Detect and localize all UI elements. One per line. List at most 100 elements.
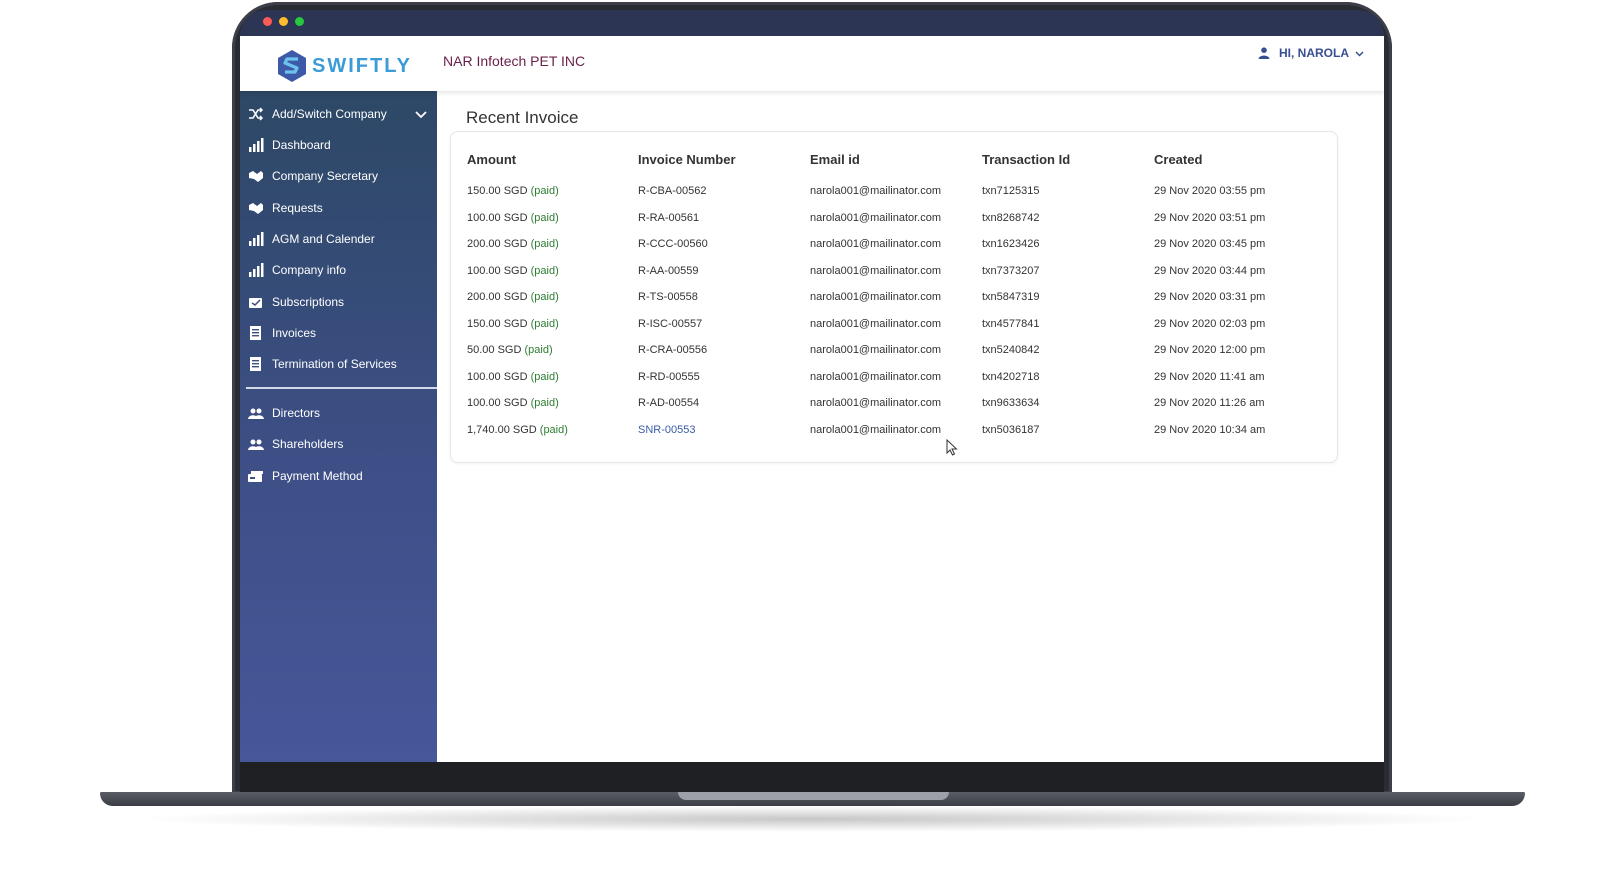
amount-cell: 200.00 SGD (paid) — [467, 231, 638, 258]
amount-value: 50.00 SGD — [467, 344, 522, 357]
section-title: Recent Invoice — [466, 108, 579, 127]
invoice-number-cell: R-RD-00555 — [638, 370, 700, 383]
table-row[interactable]: 100.00 SGD (paid) R-AA-00559 narola001@m… — [467, 258, 1334, 285]
created-cell: 29 Nov 2020 11:41 am — [1154, 370, 1265, 383]
amount-value: 100.00 SGD — [467, 370, 528, 383]
paid-status: (paid) — [530, 264, 559, 277]
table-row[interactable]: 100.00 SGD (paid) R-AD-00554 narola001@m… — [467, 390, 1334, 417]
amount-value: 200.00 SGD — [467, 238, 528, 251]
column-header-invoice-number: Invoice Number — [638, 152, 736, 167]
bar-chart-icon — [248, 263, 264, 277]
screen-bezel-bottom — [240, 762, 1384, 792]
sidebar-item-requests[interactable]: Requests — [248, 201, 323, 215]
table-row[interactable]: 200.00 SGD (paid) R-CCC-00560 narola001@… — [467, 231, 1334, 258]
email-cell: narola001@mailinator.com — [810, 370, 942, 383]
sidebar-item-company-secretary[interactable]: Company Secretary — [248, 169, 378, 183]
invoice-icon — [248, 326, 264, 340]
amount-cell: 100.00 SGD (paid) — [467, 390, 638, 417]
transaction-id-cell: txn1623426 — [982, 238, 1040, 251]
amount-cell: 200.00 SGD (paid) — [467, 284, 638, 311]
table-row[interactable]: 150.00 SGD (paid) R-CBA-00562 narola001@… — [467, 178, 1334, 205]
subscription-icon — [248, 295, 264, 309]
chevron-down-icon — [1355, 50, 1364, 57]
amount-value: 100.00 SGD — [467, 211, 528, 224]
sidebar-item-directors[interactable]: Directors — [248, 406, 320, 420]
paid-status: (paid) — [530, 370, 559, 383]
amount-value: 1,740.00 SGD — [467, 423, 537, 436]
sidebar-item-dashboard[interactable]: Dashboard — [248, 138, 331, 152]
sidebar-item-invoices[interactable]: Invoices — [248, 326, 316, 340]
user-icon — [1258, 47, 1270, 59]
transaction-id-cell: txn7373207 — [982, 264, 1040, 277]
paid-status: (paid) — [530, 238, 559, 251]
sidebar-item-label: Company Secretary — [272, 169, 379, 183]
transaction-id-cell: txn5240842 — [982, 344, 1040, 357]
sidebar: Add/Switch Company Dashboard Company Sec… — [240, 91, 437, 762]
table-row[interactable]: 150.00 SGD (paid) R-ISC-00557 narola001@… — [467, 311, 1334, 338]
invoice-number-cell: R-CCC-00560 — [638, 238, 708, 251]
app-logo[interactable]: SWIFTLY — [276, 49, 412, 83]
table-row[interactable]: 50.00 SGD (paid) R-CRA-00556 narola001@m… — [467, 337, 1334, 364]
table-row[interactable]: 1,740.00 SGD (paid) SNR-00553 narola001@… — [467, 417, 1334, 444]
transaction-id-cell: txn4202718 — [982, 370, 1040, 383]
email-cell: narola001@mailinator.com — [810, 185, 942, 198]
sidebar-item-company-info[interactable]: Company info — [248, 263, 346, 277]
table-row[interactable]: 100.00 SGD (paid) R-RD-00555 narola001@m… — [467, 364, 1334, 391]
sidebar-item-shareholders[interactable]: Shareholders — [248, 437, 343, 451]
invoice-number-link[interactable]: SNR-00553 — [638, 417, 810, 444]
amount-cell: 100.00 SGD (paid) — [467, 258, 638, 285]
laptop-mockup: SWIFTLY NAR Infotech PET INC HI, NAROLA — [0, 0, 1621, 869]
app-screen: SWIFTLY NAR Infotech PET INC HI, NAROLA — [240, 36, 1384, 762]
amount-cell: 100.00 SGD (paid) — [467, 205, 638, 232]
window-minimize-dot[interactable] — [279, 17, 288, 26]
chevron-down-icon[interactable] — [415, 110, 427, 120]
amount-cell: 150.00 SGD (paid) — [467, 311, 638, 338]
laptop-base-notch — [678, 792, 949, 800]
table-row[interactable]: 100.00 SGD (paid) R-RA-00561 narola001@m… — [467, 205, 1334, 232]
users-icon — [248, 437, 264, 451]
sidebar-item-label: Add/Switch Company — [272, 107, 387, 121]
bar-chart-icon — [248, 138, 264, 152]
amount-value: 100.00 SGD — [467, 397, 528, 410]
sidebar-item-subscriptions[interactable]: Subscriptions — [248, 295, 344, 309]
handshake-icon — [248, 169, 264, 183]
invoice-number-cell: R-ISC-00557 — [638, 317, 703, 330]
paid-status: (paid) — [530, 185, 559, 198]
user-greeting: HI, NAROLA — [1279, 46, 1349, 60]
paid-status: (paid) — [530, 211, 559, 224]
amount-value: 150.00 SGD — [467, 185, 528, 198]
email-cell: narola001@mailinator.com — [810, 291, 942, 304]
users-icon — [248, 406, 264, 420]
current-company-name: NAR Infotech PET INC — [443, 53, 586, 69]
table-row[interactable]: 200.00 SGD (paid) R-TS-00558 narola001@m… — [467, 284, 1334, 311]
column-header-amount: Amount — [467, 152, 517, 167]
user-menu[interactable]: HI, NAROLA — [1258, 46, 1364, 60]
window-maximize-dot[interactable] — [295, 17, 304, 26]
sidebar-item-termination-of-services[interactable]: Termination of Services — [248, 357, 397, 371]
sidebar-item-add-switch-company[interactable]: Add/Switch Company — [248, 107, 387, 121]
column-header-email: Email id — [810, 152, 860, 167]
sidebar-item-label: Subscriptions — [272, 295, 345, 309]
amount-cell: 150.00 SGD (paid) — [467, 178, 638, 205]
table-header-row: Amount Invoice Number Email id Transacti… — [467, 152, 1334, 178]
paid-status: (paid) — [530, 291, 559, 304]
sidebar-item-agm-and-calender[interactable]: AGM and Calender — [248, 232, 375, 246]
created-cell: 29 Nov 2020 12:00 pm — [1154, 344, 1266, 357]
transaction-id-cell: txn7125315 — [982, 185, 1040, 198]
invoice-number-cell: R-CRA-00556 — [638, 344, 708, 357]
created-cell: 29 Nov 2020 03:31 pm — [1154, 291, 1266, 304]
transaction-id-cell: txn5847319 — [982, 291, 1040, 304]
paid-status: (paid) — [524, 344, 553, 357]
invoice-table: Amount Invoice Number Email id Transacti… — [467, 152, 1334, 443]
email-cell: narola001@mailinator.com — [810, 317, 942, 330]
window-close-dot[interactable] — [263, 17, 272, 26]
created-cell: 29 Nov 2020 11:26 am — [1154, 397, 1265, 410]
sidebar-item-payment-method[interactable]: Payment Method — [248, 469, 363, 483]
amount-cell: 50.00 SGD (paid) — [467, 337, 638, 364]
transaction-id-cell: txn5036187 — [982, 423, 1040, 436]
email-cell: narola001@mailinator.com — [810, 344, 942, 357]
sidebar-divider — [246, 387, 437, 389]
invoice-number-cell: R-RA-00561 — [638, 211, 700, 224]
sidebar-item-label: Invoices — [272, 326, 317, 340]
window-titlebar — [240, 10, 1384, 36]
